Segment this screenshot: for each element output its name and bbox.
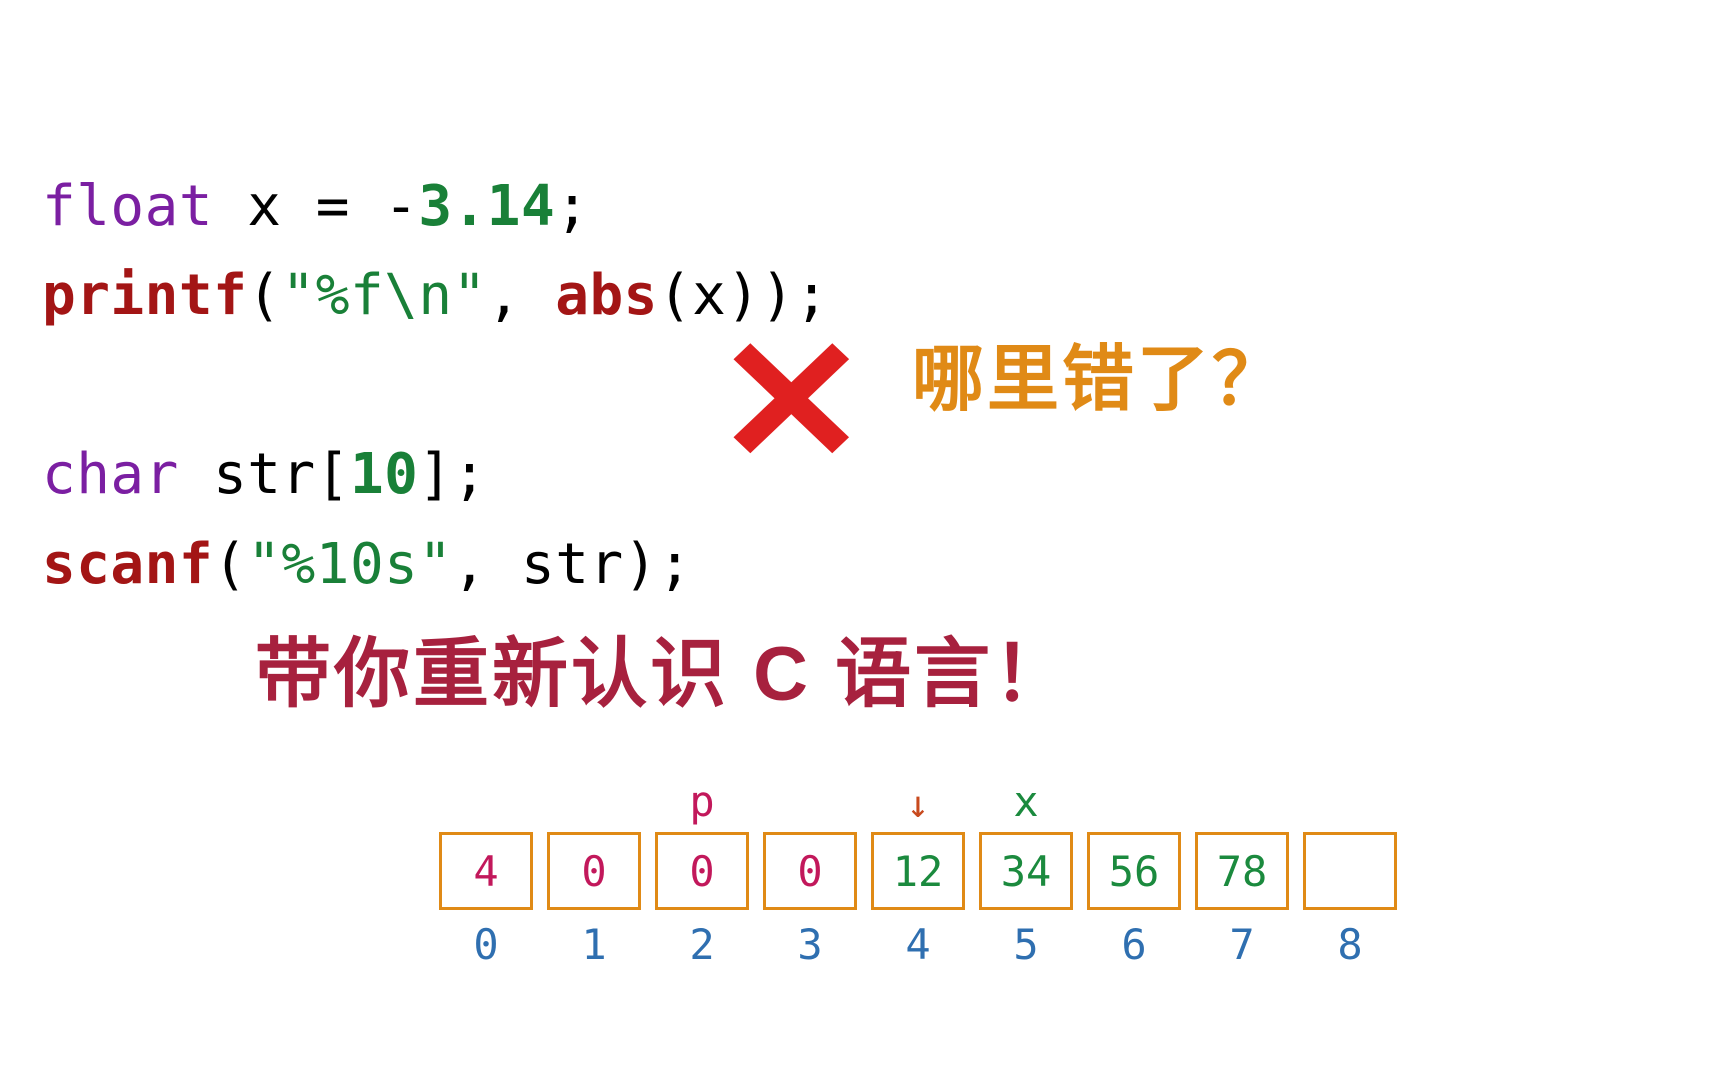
paren-open-2: ( — [213, 532, 247, 597]
fn-scanf: scanf — [42, 532, 213, 597]
cell-top-label: ↓ — [907, 770, 930, 826]
cell-index: 2 — [689, 920, 714, 969]
literal-10: 10 — [350, 442, 418, 507]
rest-2: , str); — [453, 532, 693, 597]
cell-value: 0 — [655, 832, 749, 910]
ident-x-decl: x = - — [213, 174, 418, 239]
keyword-float: float — [42, 174, 213, 239]
semicolon-1: ; — [555, 174, 589, 239]
fn-abs: abs — [555, 263, 658, 328]
memory-cell-3: 03 — [762, 770, 858, 969]
memory-cell-0: 40 — [438, 770, 534, 969]
slide-canvas: float x = -3.14; printf("%f\n", abs(x));… — [0, 0, 1728, 1080]
code-block: float x = -3.14; printf("%f\n", abs(x));… — [42, 72, 829, 610]
cell-index: 6 — [1121, 920, 1146, 969]
cell-value: 34 — [979, 832, 1073, 910]
literal-3.14: 3.14 — [418, 174, 555, 239]
cell-value: 12 — [871, 832, 965, 910]
question-text: 哪里错了？ — [912, 320, 1287, 425]
cell-value: 56 — [1087, 832, 1181, 910]
cell-value: 0 — [763, 832, 857, 910]
cell-top-label: x — [1013, 770, 1038, 826]
fn-printf: printf — [42, 263, 247, 328]
semicolon-2: ]; — [418, 442, 486, 507]
cell-value: 0 — [547, 832, 641, 910]
memory-cell-4: ↓ 12 4 — [870, 770, 966, 969]
subtitle-text: 带你重新认识 C 语言！ — [255, 612, 1072, 722]
ident-str-decl: str[ — [179, 442, 350, 507]
cell-index: 0 — [473, 920, 498, 969]
cell-value — [1303, 832, 1397, 910]
string-fmt-f: "%f\n" — [282, 263, 487, 328]
cell-index: 3 — [797, 920, 822, 969]
cell-value: 78 — [1195, 832, 1289, 910]
comma-1: , — [487, 263, 555, 328]
memory-cell-6: 566 — [1086, 770, 1182, 969]
memory-cell-7: 787 — [1194, 770, 1290, 969]
cell-index: 4 — [905, 920, 930, 969]
cell-index: 1 — [581, 920, 606, 969]
cell-index: 8 — [1337, 920, 1362, 969]
memory-cell-8: 8 — [1302, 770, 1398, 969]
cell-top-label: p — [689, 770, 714, 826]
string-fmt-10s: "%10s" — [247, 532, 452, 597]
wrong-icon: ✕ — [714, 300, 868, 505]
memory-cell-2: p 0 2 — [654, 770, 750, 969]
memory-diagram: 4001p0203↓124x3455667878 — [438, 770, 1398, 969]
cell-index: 5 — [1013, 920, 1038, 969]
keyword-char: char — [42, 442, 179, 507]
cell-value: 4 — [439, 832, 533, 910]
memory-cell-5: x 34 5 — [978, 770, 1074, 969]
memory-cell-1: 01 — [546, 770, 642, 969]
paren-open-1: ( — [247, 263, 281, 328]
cell-index: 7 — [1229, 920, 1254, 969]
